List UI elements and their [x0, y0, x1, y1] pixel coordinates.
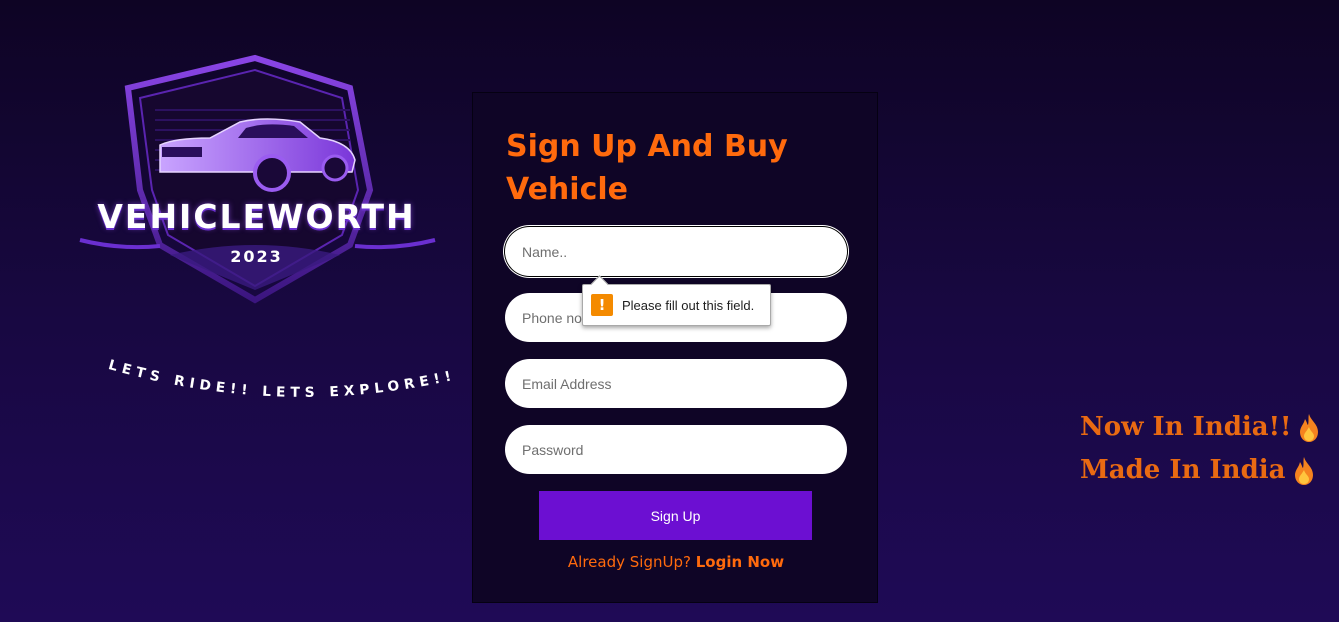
promo-line-2: Made In India: [1080, 449, 1330, 492]
logo-tagline-text: LETS RIDE!! LETS EXPLORE!!: [107, 357, 453, 401]
signup-form-card: Sign Up And Buy Vehicle Sign Up Already …: [472, 92, 878, 603]
promo-line-1-text: Now In India!!: [1080, 412, 1292, 442]
promo-line-2-text: Made In India: [1080, 455, 1286, 485]
login-now-link[interactable]: Login Now: [696, 553, 784, 571]
logo-tagline: LETS RIDE!! LETS EXPLORE!!: [107, 357, 458, 401]
warning-icon: !: [591, 294, 613, 316]
promo-line-1: Now In India!!: [1080, 406, 1330, 449]
promo-block: Now In India!! Made In India: [1080, 406, 1330, 492]
password-input[interactable]: [505, 425, 847, 474]
fire-icon: [1297, 413, 1321, 443]
svg-text:LETS RIDE!! LETS EXPLORE!!: LETS RIDE!! LETS EXPLORE!!: [107, 357, 458, 401]
form-title: Sign Up And Buy Vehicle: [506, 129, 788, 207]
logo-brand-text: VEHICLEWORTH: [97, 197, 416, 236]
login-prompt-line: Already SignUp? Login Now: [473, 553, 879, 571]
sign-up-button[interactable]: Sign Up: [539, 491, 812, 540]
tooltip-message: Please fill out this field.: [622, 297, 755, 313]
vehicleworth-logo: VEHICLEWORTH 2023 LETS RIDE!! LETS EXPLO…: [50, 50, 465, 401]
fire-icon: [1292, 456, 1316, 486]
validation-tooltip: ! Please fill out this field.: [582, 275, 771, 326]
login-prompt-text: Already SignUp?: [567, 553, 691, 571]
name-input[interactable]: [505, 227, 847, 276]
email-input[interactable]: [505, 359, 847, 408]
